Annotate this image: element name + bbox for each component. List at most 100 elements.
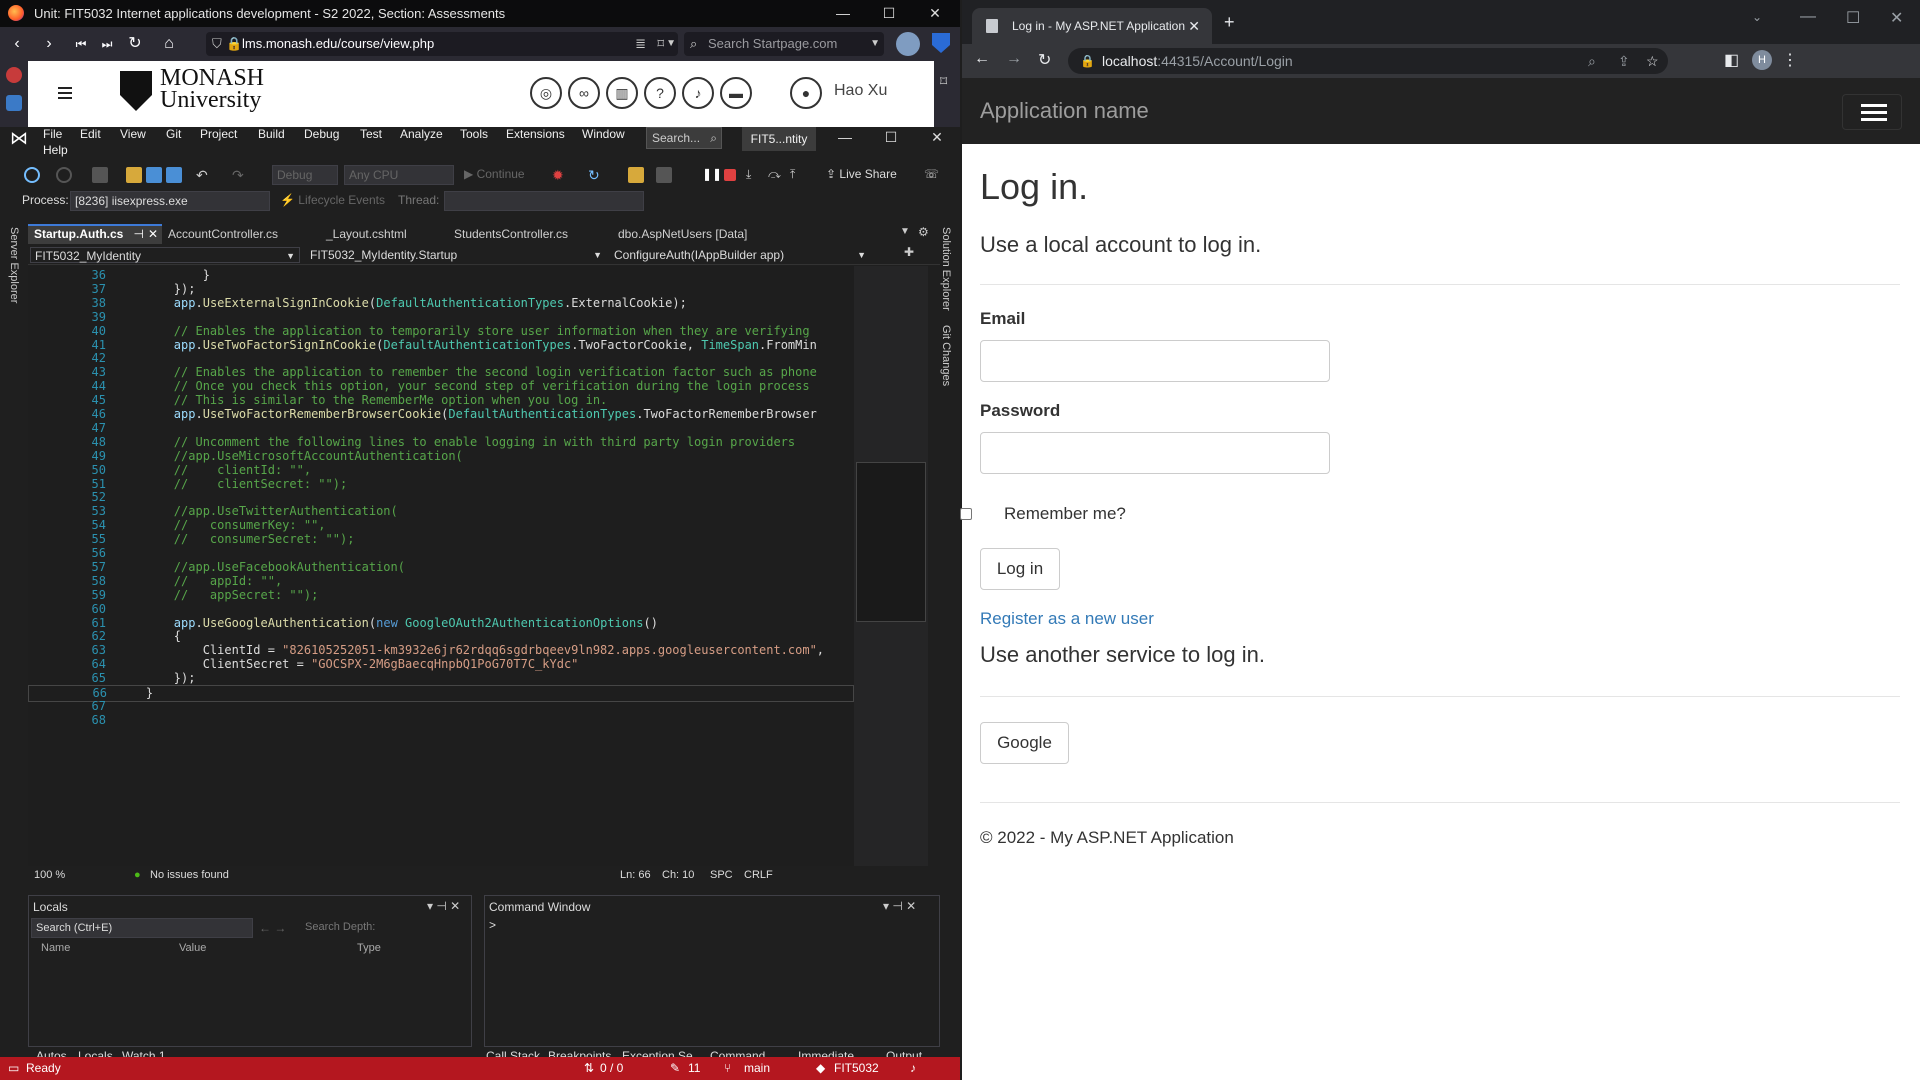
menu-project[interactable]: Project xyxy=(200,127,237,141)
back-icon[interactable]: ← xyxy=(974,50,990,68)
layout-icon[interactable] xyxy=(656,167,672,183)
redo-icon[interactable]: ↷ xyxy=(232,167,248,183)
search-dropdown-icon[interactable]: ▼ xyxy=(870,32,880,56)
chrome-tab-active[interactable]: Log in - My ASP.NET Application ✕ xyxy=(972,8,1212,44)
vs-solution-name[interactable]: FIT5...ntity xyxy=(742,127,816,151)
stop-icon[interactable] xyxy=(724,169,736,181)
messages-icon[interactable]: ▬ xyxy=(720,77,752,109)
more-menu-icon[interactable]: ⋮ xyxy=(1782,50,1798,70)
process-combo[interactable]: [8236] iisexpress.exe xyxy=(70,191,270,211)
reload-icon[interactable]: ↻ xyxy=(124,33,146,55)
code-line[interactable]: 68 xyxy=(28,713,854,730)
bitwarden-icon[interactable] xyxy=(932,33,950,53)
back-icon[interactable]: ‹ xyxy=(6,33,28,55)
library-icon[interactable]: ▥ xyxy=(606,77,638,109)
hot-reload-icon[interactable]: ✹ xyxy=(552,167,568,183)
col-value[interactable]: Value xyxy=(179,942,206,954)
member-dropdown[interactable]: ConfigureAuth(IAppBuilder app) ▼ xyxy=(610,247,870,263)
sidebar-app-icon[interactable] xyxy=(6,67,22,83)
zoom-icon[interactable]: ⌕ xyxy=(1588,48,1596,74)
folder-icon[interactable] xyxy=(628,167,644,183)
restart-icon[interactable]: ↻ xyxy=(588,167,604,183)
password-field[interactable] xyxy=(980,432,1330,474)
username[interactable]: Hao Xu xyxy=(834,82,887,100)
menu-tools[interactable]: Tools xyxy=(460,127,488,141)
firefox-url-bar[interactable]: ⛉ 🔒 lms.monash.edu/course/view.php ≣ ⌑ ▼ xyxy=(206,32,678,56)
google-login-button[interactable]: Google xyxy=(980,722,1069,764)
dropdown-icon[interactable]: ▼ xyxy=(666,32,676,56)
extension-globe-icon[interactable] xyxy=(896,32,920,56)
sync-icon[interactable]: ⇅ xyxy=(584,1057,594,1080)
config-combo[interactable]: Debug xyxy=(272,165,338,185)
side-panel-icon[interactable]: ◧ xyxy=(1724,50,1739,70)
forward-icon[interactable]: → xyxy=(1006,50,1022,68)
solution-explorer-tab[interactable]: Solution Explorer xyxy=(940,227,952,311)
col-name[interactable]: Name xyxy=(41,942,70,954)
menu-edit[interactable]: Edit xyxy=(80,127,101,141)
issues-status[interactable]: No issues found xyxy=(150,869,229,881)
tab-startup-auth[interactable]: Startup.Auth.cs ⊣ ✕ xyxy=(28,224,162,244)
command-prompt[interactable]: > xyxy=(489,918,496,932)
vs-maximize-icon[interactable]: ☐ xyxy=(868,125,914,149)
git-changes-tab[interactable]: Git Changes xyxy=(940,325,952,386)
lock-icon[interactable]: 🔒 xyxy=(1080,48,1095,74)
home-icon[interactable]: ⌂ xyxy=(158,33,180,55)
chrome-omnibox[interactable]: 🔒 localhost:44315/Account/Login ⌕ ⇪ ☆ xyxy=(1068,48,1668,74)
tab-layout[interactable]: _Layout.cshtml xyxy=(320,224,448,244)
vs-minimize-icon[interactable]: — xyxy=(822,125,868,149)
chrome-maximize-icon[interactable]: ☐ xyxy=(1846,8,1860,28)
profile-avatar[interactable]: H xyxy=(1752,50,1772,70)
vs-search-box[interactable]: Search... ⌕ xyxy=(646,127,722,149)
minimize-icon[interactable]: — xyxy=(820,0,866,27)
link-icon[interactable]: ∞ xyxy=(568,77,600,109)
share-icon[interactable]: ⇪ xyxy=(1618,48,1630,74)
menu-build[interactable]: Build xyxy=(258,127,285,141)
class-dropdown[interactable]: FIT5032_MyIdentity.Startup ▼ xyxy=(306,247,606,263)
continue-button[interactable]: ▶ Continue xyxy=(464,167,525,181)
search-depth-arrows-icon[interactable]: ← → xyxy=(259,921,286,935)
bookmark-side-icon[interactable]: ⌑ xyxy=(940,73,947,90)
reader-icon[interactable]: ≣ xyxy=(635,32,646,56)
tab-close-icon[interactable]: ✕ xyxy=(1188,8,1200,44)
menu-hamburger-icon[interactable] xyxy=(58,87,72,99)
menu-analyze[interactable]: Analyze xyxy=(400,127,443,141)
star-icon[interactable]: ☆ xyxy=(1646,48,1659,74)
help-icon[interactable]: ? xyxy=(644,77,676,109)
app-name-link[interactable]: Application name xyxy=(980,98,1149,124)
monash-logo-text[interactable]: MONASH University xyxy=(160,66,264,112)
back-nav-icon[interactable] xyxy=(24,167,40,183)
menu-git[interactable]: Git xyxy=(166,127,181,141)
remember-me-checkbox[interactable] xyxy=(960,508,972,520)
vs-close-icon[interactable]: ✕ xyxy=(914,125,960,149)
lifecycle-events[interactable]: ⚡ Lifecycle Events xyxy=(280,193,385,207)
login-button[interactable]: Log in xyxy=(980,548,1060,590)
tab-students-controller[interactable]: StudentsController.cs xyxy=(448,224,612,244)
col-type[interactable]: Type xyxy=(357,942,381,954)
forward-nav-icon[interactable] xyxy=(56,167,72,183)
avatar[interactable]: ● xyxy=(790,77,822,109)
project-dropdown[interactable]: FIT5032_MyIdentity ▼ xyxy=(30,247,300,263)
sidebar-outlook-icon[interactable] xyxy=(6,95,22,111)
remember-me-label[interactable]: Remember me? xyxy=(1004,504,1126,524)
menu-test[interactable]: Test xyxy=(360,127,382,141)
skip-forward-icon[interactable]: ⏭ xyxy=(96,33,118,55)
firefox-search-bar[interactable]: ⌕ Search Startpage.com ▼ xyxy=(684,32,884,56)
pin-icon[interactable]: ⊣ xyxy=(134,226,144,243)
tab-overflow-icon[interactable]: ▼ xyxy=(900,226,910,237)
menu-file[interactable]: File xyxy=(43,127,62,141)
repo-name[interactable]: FIT5032 xyxy=(834,1057,879,1080)
platform-combo[interactable]: Any CPU xyxy=(344,165,454,185)
notification-bell-icon[interactable]: ♪ xyxy=(910,1057,916,1080)
maximize-icon[interactable]: ☐ xyxy=(866,0,912,27)
menu-window[interactable]: Window xyxy=(582,127,625,141)
editor-minimap[interactable] xyxy=(854,266,928,866)
locals-search-input[interactable]: Search (Ctrl+E) xyxy=(31,918,253,938)
new-tab-icon[interactable]: + xyxy=(1224,12,1235,33)
step-into-icon[interactable]: ⤓ xyxy=(746,167,762,183)
tab-search-icon[interactable]: ⌄ xyxy=(1752,10,1762,24)
save-all-icon[interactable] xyxy=(166,167,182,183)
undo-icon[interactable]: ↶ xyxy=(196,167,212,183)
sync-count[interactable]: 0 / 0 xyxy=(600,1057,623,1080)
tab-close-icon[interactable]: ✕ xyxy=(148,226,158,243)
close-icon[interactable]: ✕ xyxy=(912,0,958,27)
